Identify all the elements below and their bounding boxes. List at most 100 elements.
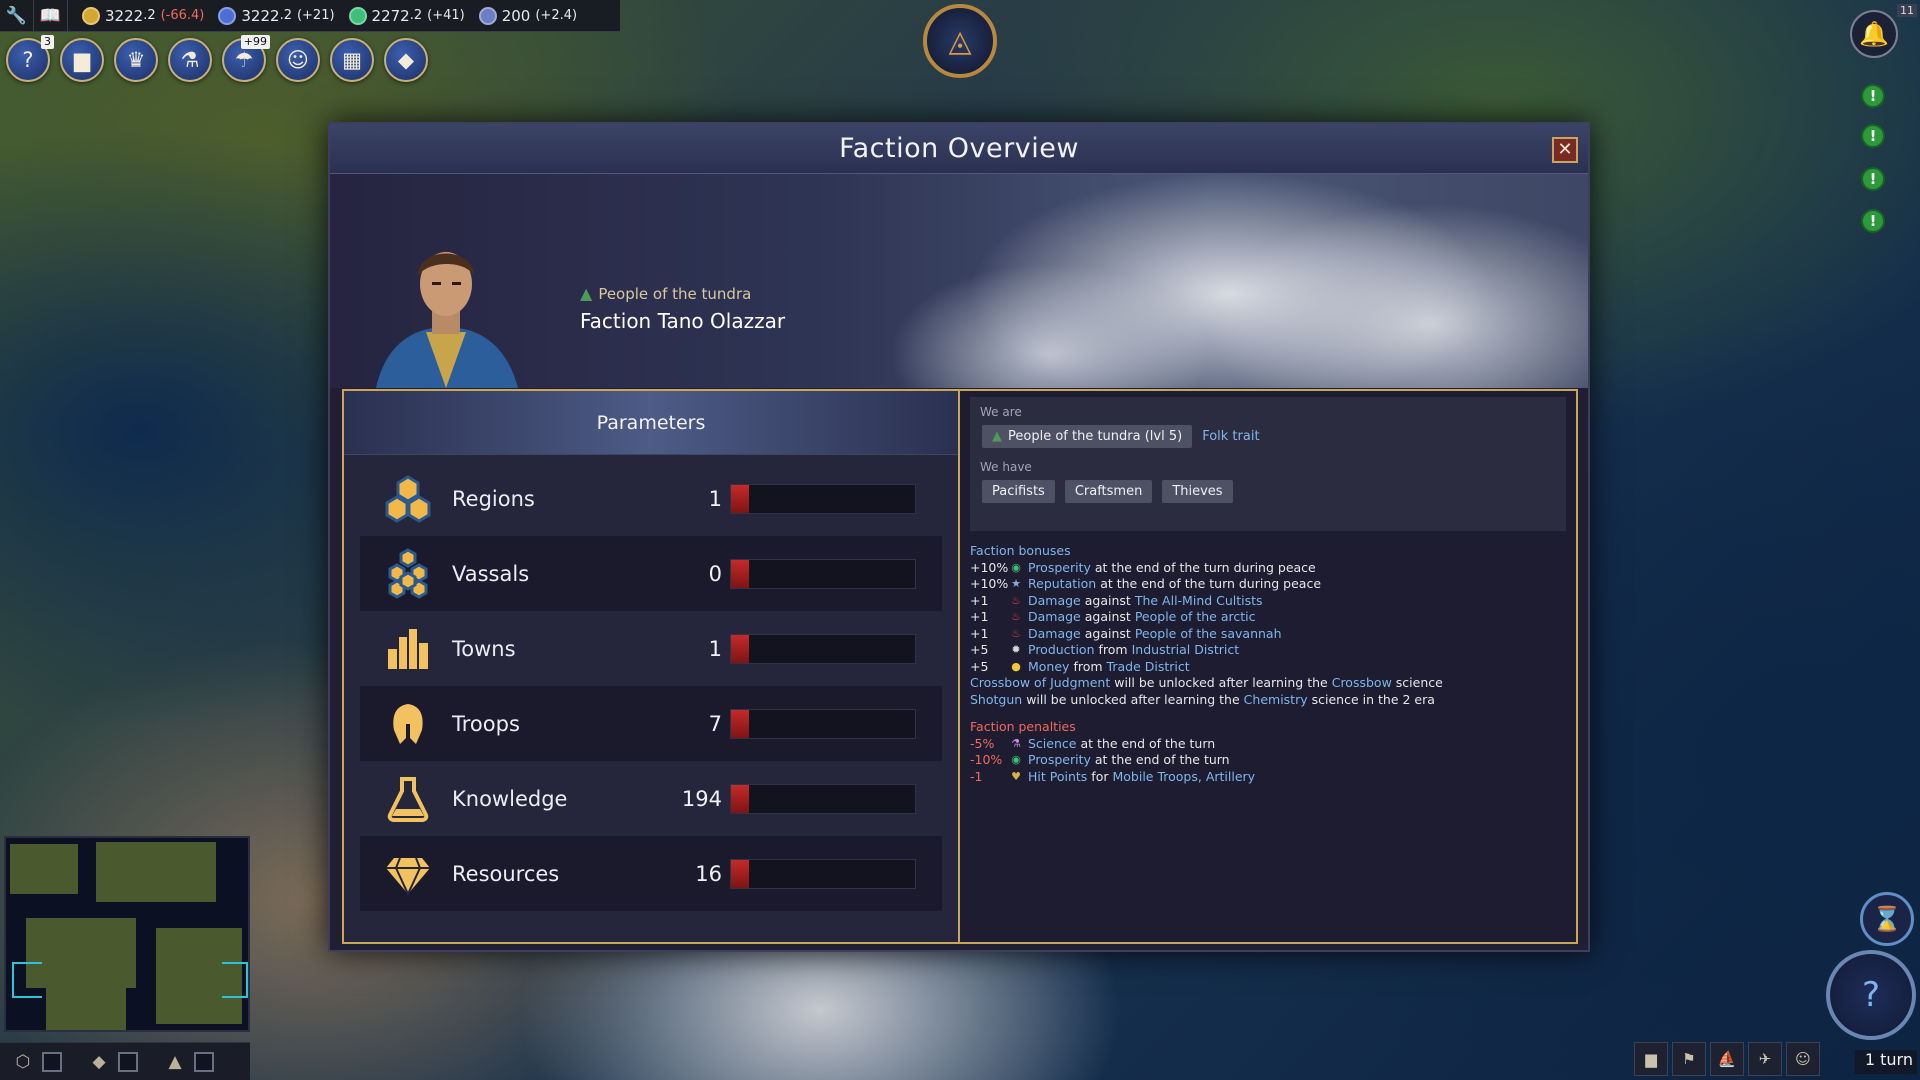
resources-toggle[interactable] xyxy=(118,1051,138,1072)
parameter-row-towns: Towns 1 xyxy=(360,611,942,686)
trait-chip[interactable]: Thieves xyxy=(1162,480,1233,503)
prosperity-icon: ◉ xyxy=(1011,753,1021,766)
reputation-star-icon: ★ xyxy=(1011,577,1021,590)
leader-avatar[interactable]: ☺ xyxy=(1786,1042,1820,1076)
alert-icon[interactable]: ! xyxy=(1861,124,1885,148)
hex-grid-icon[interactable]: ⬡ xyxy=(10,1050,36,1074)
science-flask-icon[interactable]: ⚗ xyxy=(168,38,212,82)
unlock-item-link[interactable]: Shotgun xyxy=(970,692,1022,709)
effect-target-link[interactable]: People of the savannah xyxy=(1135,626,1282,643)
cities-icon[interactable]: ▆ xyxy=(1634,1042,1668,1076)
effect-keyword-link[interactable]: Hit Points xyxy=(1028,769,1087,786)
effect-amount: +1 xyxy=(970,625,989,641)
turn-counter: 1 turn xyxy=(1855,1050,1917,1074)
effect-target-link[interactable]: The All-Mind Cultists xyxy=(1135,593,1263,610)
emblem-eye-icon[interactable]: ◬ xyxy=(923,4,997,78)
folk-trait-link[interactable]: Folk trait xyxy=(1202,429,1259,444)
science-link[interactable]: Crossbow xyxy=(1332,675,1392,692)
effect-amount: +1 xyxy=(970,592,989,608)
minimap-land xyxy=(10,844,78,894)
hourglass-icon[interactable]: ⌛ xyxy=(1860,892,1914,946)
effect-keyword-link[interactable]: Money xyxy=(1028,659,1069,676)
effect-text: at the end of the turn during peace xyxy=(1094,559,1316,575)
quests-icon[interactable]: ? 3 xyxy=(6,35,54,82)
effect-keyword-link[interactable]: Damage xyxy=(1028,593,1081,610)
unlock-item-link[interactable]: Crossbow of Judgment xyxy=(970,675,1110,692)
hex-grid-toggle[interactable] xyxy=(42,1051,62,1072)
parameter-value: 7 xyxy=(708,711,722,736)
effect-keyword-link[interactable]: Production xyxy=(1028,642,1095,659)
effect-line: +5 ● Money from Trade District xyxy=(970,659,1566,676)
identity-panel: We are ▲ People of the tundra (lvl 5) Fo… xyxy=(970,397,1566,531)
book-icon[interactable]: 📖 xyxy=(34,0,68,32)
effect-line: -1 ♥ Hit Points for Mobile Troops, Artillery xyxy=(970,769,1566,786)
troops-helmet-icon xyxy=(380,696,436,752)
map-icon[interactable]: ▦ xyxy=(330,38,374,82)
penalty-list: -5% ⚗ Science at the end of the turn -10% ◉ Pr… xyxy=(970,736,1566,786)
resource-item[interactable]: 200 (+2.4) xyxy=(478,6,577,25)
resource-item[interactable]: 3222.2 (+21) xyxy=(218,6,335,25)
notifications-bell-icon[interactable]: 🔔 xyxy=(1850,10,1898,58)
effect-text: from xyxy=(1073,658,1103,674)
alert-icon[interactable]: ! xyxy=(1861,84,1885,108)
vassals-hex-icon xyxy=(380,546,436,602)
icon-glyph: ? xyxy=(22,48,34,72)
people-chip[interactable]: ▲ People of the tundra (lvl 5) xyxy=(982,425,1193,448)
science-link[interactable]: Chemistry xyxy=(1244,692,1308,709)
effect-amount: +5 xyxy=(970,658,989,674)
end-turn-button[interactable]: ? xyxy=(1826,950,1916,1040)
effect-line: +1 ♨ Damage against The All-Mind Cultists xyxy=(970,593,1566,610)
effect-text: from xyxy=(1098,642,1128,657)
people-name: People of the tundra xyxy=(598,284,752,303)
effect-keyword-link[interactable]: Damage xyxy=(1028,626,1081,643)
alert-icon[interactable]: ! xyxy=(1861,209,1885,233)
resource-value: 3222 xyxy=(241,6,280,25)
effect-target-link[interactable]: Mobile Troops, Artillery xyxy=(1112,769,1255,786)
parameter-row-vassals: Vassals 0 xyxy=(360,536,942,611)
resource-item[interactable]: 3222.2 (-66.4) xyxy=(82,6,204,25)
alert-icon[interactable]: ! xyxy=(1861,167,1885,191)
icon-badge: 3 xyxy=(41,35,54,49)
people-label: ▲ People of the tundra xyxy=(580,284,785,303)
wrench-icon[interactable]: 🔧 xyxy=(0,0,34,32)
effect-text: against xyxy=(1084,625,1131,641)
tree-icon[interactable]: ▲ xyxy=(162,1050,188,1074)
trade-icon[interactable]: ☂ +99 xyxy=(222,35,270,82)
top-icon-bar: ? 3 ▆ ♛ ⚗ ☂ +99 ☺ ▦ ◆ xyxy=(6,35,428,82)
effect-text: against xyxy=(1084,609,1131,624)
effect-keyword-link[interactable]: Prosperity xyxy=(1028,752,1091,769)
economy-icon[interactable]: ▆ xyxy=(60,38,104,82)
resources-diamond-icon[interactable]: ◆ xyxy=(86,1050,112,1074)
resource-delta: (+41) xyxy=(427,8,465,23)
ships-icon[interactable]: ⛵ xyxy=(1710,1042,1744,1076)
diamond-icon[interactable]: ◆ xyxy=(384,38,428,82)
crown-icon[interactable]: ♛ xyxy=(114,38,158,82)
effect-keyword-link[interactable]: Prosperity xyxy=(1028,560,1091,577)
turn-label: turn xyxy=(1880,1050,1913,1069)
effect-keyword-link[interactable]: Science xyxy=(1028,736,1076,753)
regions-hex-icon xyxy=(380,471,436,527)
resource-item[interactable]: 2272.2 (+41) xyxy=(348,6,465,25)
icon-glyph: ◆ xyxy=(397,48,415,72)
we-have-label: We have xyxy=(980,460,1032,474)
reputation-star-icon xyxy=(478,6,497,25)
effect-keyword-link[interactable]: Reputation xyxy=(1028,576,1096,593)
trait-chip[interactable]: Craftsmen xyxy=(1064,480,1153,503)
forest-toggle[interactable] xyxy=(194,1051,214,1072)
aircraft-icon[interactable]: ✈ xyxy=(1748,1042,1782,1076)
effect-amount: -10% xyxy=(970,752,1003,767)
close-button[interactable]: ✕ xyxy=(1552,137,1578,163)
population-icon[interactable]: ☺ xyxy=(276,38,320,82)
effect-keyword-link[interactable]: Damage xyxy=(1028,609,1081,626)
parameter-row-troops: Troops 7 xyxy=(360,686,942,761)
effect-target-link[interactable]: People of the arctic xyxy=(1135,609,1256,626)
gold-coin-icon xyxy=(82,6,100,25)
effect-target-link[interactable]: Industrial District xyxy=(1132,642,1240,659)
parameter-bar xyxy=(730,858,916,889)
hitpoints-heart-icon: ♥ xyxy=(1011,769,1021,783)
trait-chip[interactable]: Pacifists xyxy=(982,480,1055,503)
settlers-icon[interactable]: ⚑ xyxy=(1672,1042,1706,1076)
prosperity-icon xyxy=(348,6,367,25)
effect-target-link[interactable]: Trade District xyxy=(1107,659,1190,676)
minimap[interactable] xyxy=(4,836,250,1032)
